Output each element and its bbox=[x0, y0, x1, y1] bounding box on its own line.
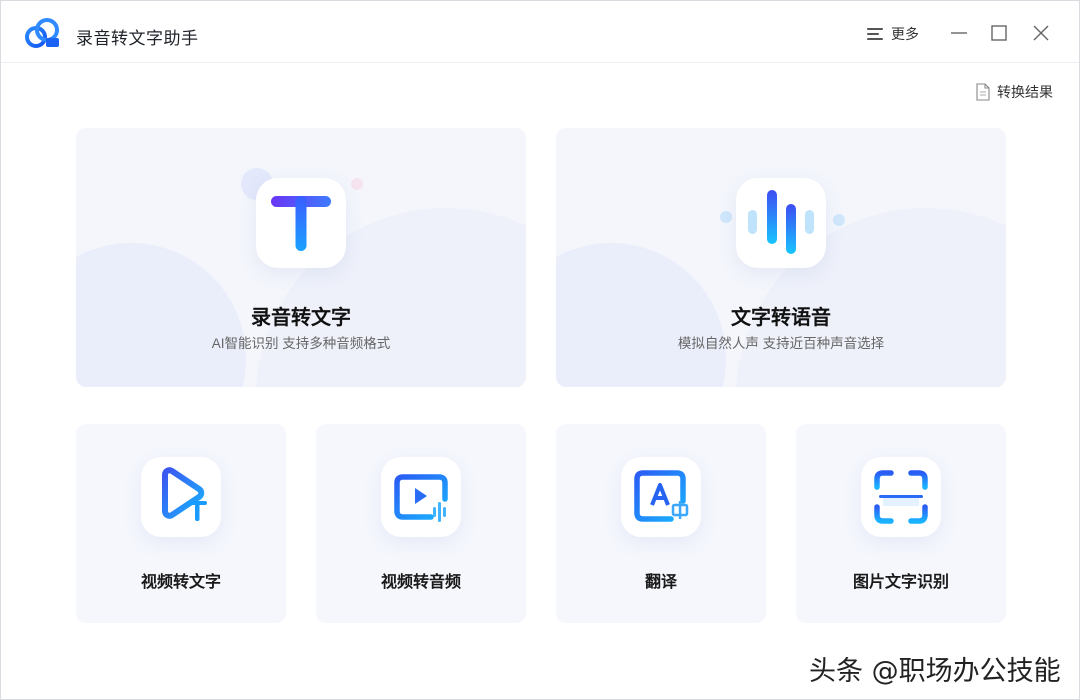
app-title: 录音转文字助手 bbox=[76, 29, 199, 48]
more-menu-button[interactable]: 更多 bbox=[867, 23, 919, 45]
background-decoration bbox=[351, 178, 363, 190]
tool-card-translate[interactable]: 翻译 bbox=[556, 424, 766, 623]
more-menu-label: 更多 bbox=[891, 26, 919, 42]
feature-title: 录音转文字 bbox=[251, 307, 351, 329]
title-bar[interactable]: 录音转文字助手 更多 bbox=[1, 1, 1079, 63]
background-decoration bbox=[833, 214, 845, 226]
sound-wave-icon bbox=[736, 178, 826, 268]
scan-ocr-icon bbox=[861, 457, 941, 537]
feature-subtitle: AI智能识别 支持多种音频格式 bbox=[211, 336, 391, 351]
text-t-icon bbox=[256, 178, 346, 268]
tool-title: 视频转文字 bbox=[140, 574, 221, 591]
maximize-icon[interactable] bbox=[989, 23, 1009, 43]
video-to-audio-icon bbox=[381, 457, 461, 537]
tool-title: 翻译 bbox=[644, 574, 677, 591]
feature-card-audio-to-text[interactable]: 录音转文字 AI智能识别 支持多种音频格式 bbox=[76, 128, 526, 387]
tool-title: 视频转音频 bbox=[380, 574, 461, 591]
conversion-results-label: 转换结果 bbox=[997, 84, 1053, 100]
minimize-icon[interactable] bbox=[949, 23, 969, 43]
tool-card-image-ocr[interactable]: 图片文字识别 bbox=[796, 424, 1006, 623]
tool-title: 图片文字识别 bbox=[852, 574, 949, 591]
tool-card-video-to-text[interactable]: 视频转文字 bbox=[76, 424, 286, 623]
menu-lines-icon bbox=[867, 27, 883, 41]
close-icon[interactable] bbox=[1031, 23, 1051, 43]
translate-icon bbox=[621, 457, 701, 537]
tool-card-video-to-audio[interactable]: 视频转音频 bbox=[316, 424, 526, 623]
cloud-logo-icon bbox=[25, 18, 59, 48]
watermark-text: 头条 @职场办公技能 bbox=[809, 656, 1061, 687]
background-decoration bbox=[720, 211, 732, 223]
feature-card-text-to-speech[interactable]: 文字转语音 模拟自然人声 支持近百种声音选择 bbox=[556, 128, 1006, 387]
app-window: 录音转文字助手 更多 转换结果 录音转文字 AI智能识别 支持多种音频格式 文字… bbox=[0, 0, 1080, 700]
feature-title: 文字转语音 bbox=[731, 307, 831, 329]
conversion-results-button[interactable]: 转换结果 bbox=[975, 82, 1053, 102]
feature-subtitle: 模拟自然人声 支持近百种声音选择 bbox=[677, 336, 885, 351]
document-icon bbox=[976, 83, 990, 101]
video-to-text-icon bbox=[141, 457, 221, 537]
